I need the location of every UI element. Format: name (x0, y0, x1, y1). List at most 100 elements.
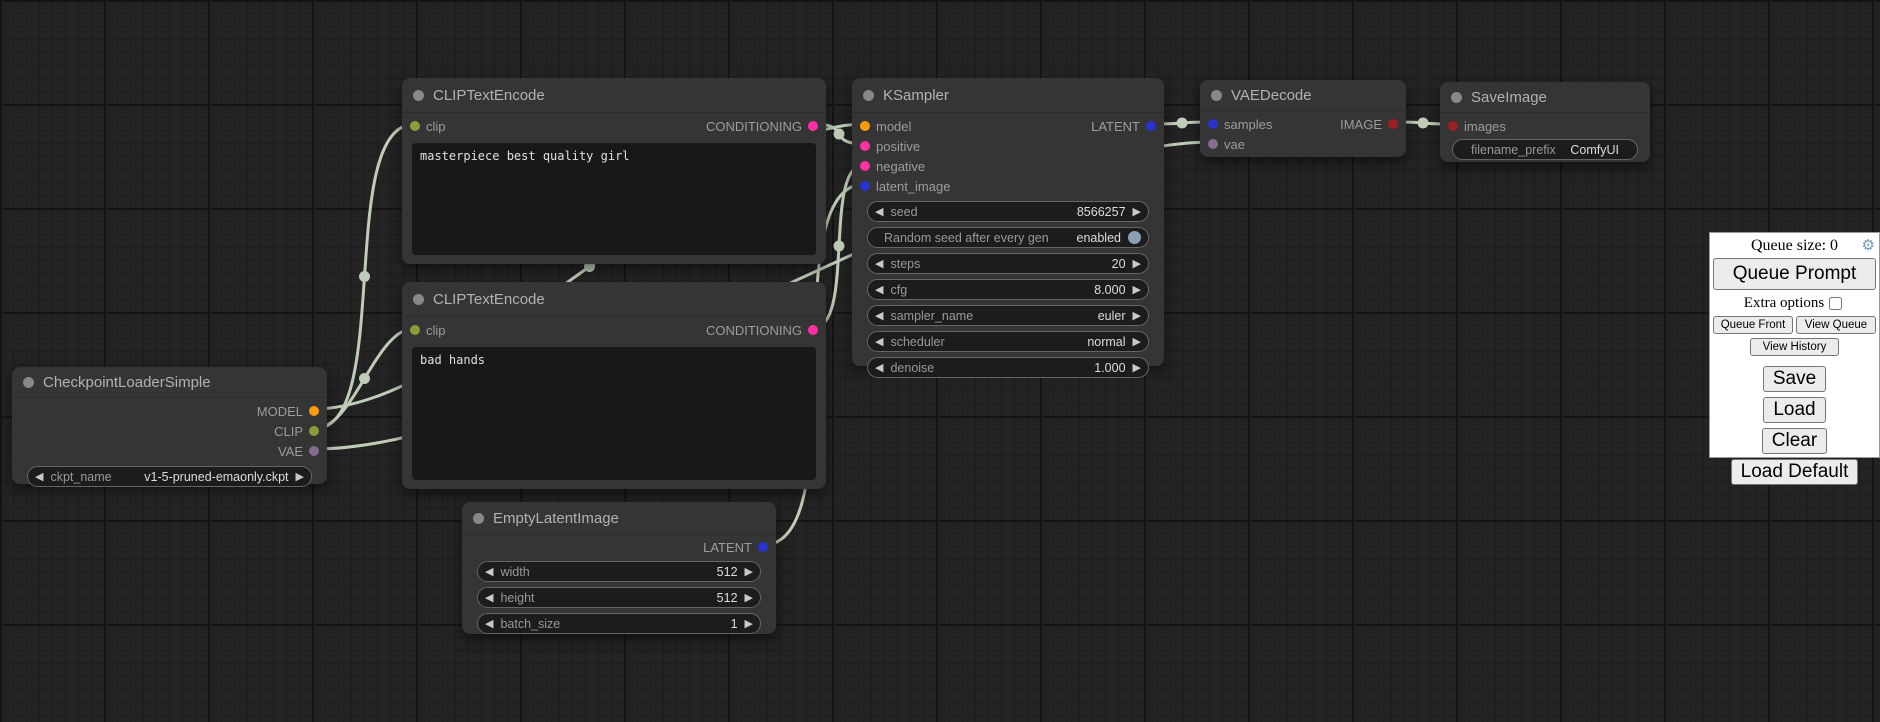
filename-prefix-widget[interactable]: filename_prefix ComfyUI (1452, 139, 1638, 160)
save-button[interactable]: Save (1763, 366, 1826, 392)
samples-input-port[interactable] (1208, 119, 1218, 129)
image-link-midpoint-dot[interactable] (1418, 118, 1429, 129)
settings-gear-icon[interactable]: ⚙ (1862, 236, 1875, 254)
conditioning-output-port[interactable] (808, 325, 818, 335)
positive-input-port[interactable] (860, 141, 870, 151)
decrement-arrow-icon[interactable]: ◀ (875, 336, 883, 347)
clip-output-port[interactable] (309, 426, 319, 436)
increment-arrow-icon[interactable]: ▶ (1133, 284, 1141, 295)
increment-arrow-icon[interactable]: ▶ (1133, 206, 1141, 217)
input-label: clip (426, 119, 446, 134)
increment-arrow-icon[interactable]: ▶ (296, 471, 304, 482)
collapse-dot-icon[interactable] (863, 90, 874, 101)
node-clip-text-encode-positive[interactable]: CLIPTextEncode clip CONDITIONING masterp… (402, 78, 826, 264)
decrement-arrow-icon[interactable]: ◀ (485, 566, 493, 577)
collapse-dot-icon[interactable] (1451, 92, 1462, 103)
node-title-bar[interactable]: CLIPTextEncode (402, 78, 826, 113)
positive-cond-link-midpoint-dot[interactable] (834, 129, 845, 140)
increment-arrow-icon[interactable]: ▶ (745, 618, 753, 629)
model-output-port[interactable] (309, 406, 319, 416)
load-button[interactable]: Load (1763, 397, 1825, 423)
node-vae-decode[interactable]: VAEDecode samples IMAGE vae (1200, 80, 1406, 157)
widget-label: denoise (890, 361, 934, 375)
model-input-port[interactable] (860, 121, 870, 131)
queue-front-button[interactable]: Queue Front (1713, 316, 1793, 334)
latent-image-input-port[interactable] (860, 181, 870, 191)
scheduler-widget[interactable]: ◀ scheduler normal ▶ (867, 331, 1149, 352)
node-save-image[interactable]: SaveImage images filename_prefix ComfyUI (1440, 82, 1650, 162)
latent-output-port[interactable] (1146, 121, 1156, 131)
width-widget[interactable]: ◀ width 512 ▶ (477, 561, 761, 582)
decrement-arrow-icon[interactable]: ◀ (875, 258, 883, 269)
ckpt-name-widget[interactable]: ◀ ckpt_name v1-5-pruned-emaonly.ckpt ▶ (27, 466, 312, 487)
output-label: CONDITIONING (706, 323, 802, 338)
node-title-bar[interactable]: CLIPTextEncode (402, 282, 826, 317)
increment-arrow-icon[interactable]: ▶ (745, 566, 753, 577)
view-queue-button[interactable]: View Queue (1796, 316, 1876, 334)
conditioning-output-port[interactable] (808, 121, 818, 131)
decrement-arrow-icon[interactable]: ◀ (35, 471, 43, 482)
batch-size-widget[interactable]: ◀ batch_size 1 ▶ (477, 613, 761, 634)
decrement-arrow-icon[interactable]: ◀ (875, 310, 883, 321)
clip-to-negative-link-midpoint-dot[interactable] (359, 373, 370, 384)
node-clip-text-encode-negative[interactable]: CLIPTextEncode clip CONDITIONING bad han… (402, 282, 826, 489)
output-label: CLIP (274, 424, 303, 439)
input-label: samples (1224, 117, 1272, 132)
negative-input-port[interactable] (860, 161, 870, 171)
decrement-arrow-icon[interactable]: ◀ (485, 618, 493, 629)
node-checkpoint-loader[interactable]: CheckpointLoaderSimple MODEL CLIP VAE ◀ … (12, 367, 327, 484)
denoise-widget[interactable]: ◀ denoise 1.000 ▶ (867, 357, 1149, 378)
negative-prompt-textarea[interactable]: bad hands (412, 347, 816, 480)
node-ksampler[interactable]: KSampler model LATENT positive negative … (852, 78, 1164, 366)
sampler-name-widget[interactable]: ◀ sampler_name euler ▶ (867, 305, 1149, 326)
increment-arrow-icon[interactable]: ▶ (1133, 258, 1141, 269)
clip-input-port[interactable] (410, 121, 420, 131)
queue-prompt-button[interactable]: Queue Prompt (1713, 258, 1876, 290)
collapse-dot-icon[interactable] (413, 294, 424, 305)
cfg-widget[interactable]: ◀ cfg 8.000 ▶ (867, 279, 1149, 300)
images-input-port[interactable] (1448, 121, 1458, 131)
image-output-port[interactable] (1388, 119, 1398, 129)
extra-options-checkbox[interactable] (1829, 297, 1842, 310)
node-title-bar[interactable]: SaveImage (1440, 82, 1650, 113)
decrement-arrow-icon[interactable]: ◀ (875, 284, 883, 295)
increment-arrow-icon[interactable]: ▶ (1133, 336, 1141, 347)
node-title-bar[interactable]: CheckpointLoaderSimple (12, 367, 327, 398)
increment-arrow-icon[interactable]: ▶ (1133, 310, 1141, 321)
positive-prompt-textarea[interactable]: masterpiece best quality girl (412, 143, 816, 255)
negative-cond-link-midpoint-dot[interactable] (834, 241, 845, 252)
clip-to-positive-link-midpoint-dot[interactable] (359, 271, 370, 282)
view-history-button[interactable]: View History (1750, 338, 1840, 356)
samples-link-midpoint-dot[interactable] (1177, 118, 1188, 129)
decrement-arrow-icon[interactable]: ◀ (875, 362, 883, 373)
collapse-dot-icon[interactable] (473, 513, 484, 524)
clear-button[interactable]: Clear (1762, 428, 1827, 454)
load-default-button[interactable]: Load Default (1731, 459, 1859, 485)
collapse-dot-icon[interactable] (413, 90, 424, 101)
input-label: negative (876, 159, 925, 174)
collapse-dot-icon[interactable] (1211, 90, 1222, 101)
steps-widget[interactable]: ◀ steps 20 ▶ (867, 253, 1149, 274)
toggle-knob-icon[interactable] (1128, 231, 1141, 244)
widget-label: sampler_name (890, 309, 973, 323)
decrement-arrow-icon[interactable]: ◀ (485, 592, 493, 603)
increment-arrow-icon[interactable]: ▶ (1133, 362, 1141, 373)
node-empty-latent-image[interactable]: EmptyLatentImage LATENT ◀ width 512 ▶ ◀ … (462, 502, 776, 634)
latent-output-port[interactable] (758, 542, 768, 552)
node-title-bar[interactable]: EmptyLatentImage (462, 502, 776, 535)
widget-value: euler (1098, 309, 1126, 323)
random-seed-toggle-widget[interactable]: Random seed after every gen enabled (867, 227, 1149, 248)
node-title-bar[interactable]: VAEDecode (1200, 80, 1406, 111)
seed-widget[interactable]: ◀ seed 8566257 ▶ (867, 201, 1149, 222)
vae-input-port[interactable] (1208, 139, 1218, 149)
widget-label: scheduler (890, 335, 944, 349)
node-title-bar[interactable]: KSampler (852, 78, 1164, 113)
comfyui-canvas[interactable]: { "canvas": { "wire_color": "#bfcdb8" },… (0, 0, 1880, 722)
node-title: SaveImage (1471, 89, 1547, 106)
clip-input-port[interactable] (410, 325, 420, 335)
collapse-dot-icon[interactable] (23, 377, 34, 388)
increment-arrow-icon[interactable]: ▶ (745, 592, 753, 603)
decrement-arrow-icon[interactable]: ◀ (875, 206, 883, 217)
vae-output-port[interactable] (309, 446, 319, 456)
height-widget[interactable]: ◀ height 512 ▶ (477, 587, 761, 608)
